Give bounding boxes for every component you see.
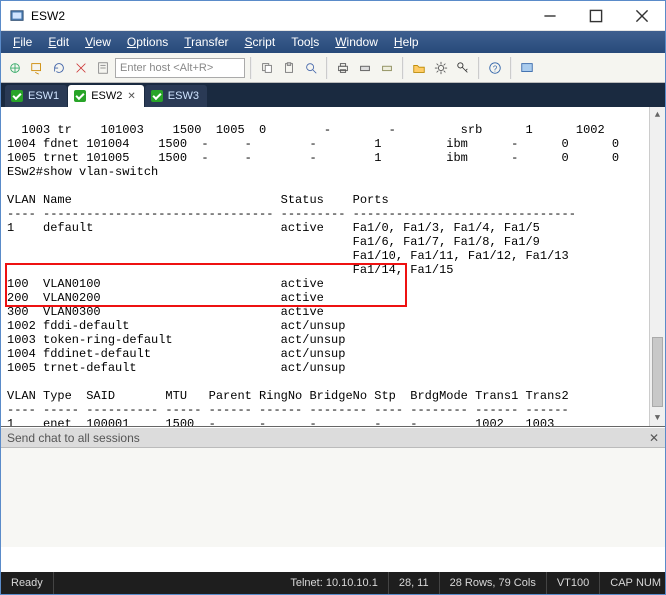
maximize-button[interactable] (573, 1, 619, 31)
disconnect-icon[interactable] (71, 58, 91, 78)
chat-header: Send chat to all sessions ✕ (1, 427, 665, 447)
close-button[interactable] (619, 1, 665, 31)
tab-label: ESW3 (168, 90, 199, 102)
status-emulation: VT100 (547, 572, 600, 594)
quick-connect-icon[interactable] (27, 58, 47, 78)
session-tab-bar: ESW1 ESW2 ✕ ESW3 (1, 83, 665, 107)
menu-file[interactable]: FFileile (5, 33, 40, 51)
tab-close-icon[interactable]: ✕ (127, 91, 135, 102)
tab-label: ESW2 (91, 90, 122, 102)
connected-icon (11, 90, 23, 102)
status-ready: Ready (1, 572, 54, 594)
scroll-up-icon[interactable]: ▲ (650, 107, 665, 123)
print-icon[interactable] (333, 58, 353, 78)
scroll-down-icon[interactable]: ▼ (650, 410, 665, 426)
chat-input-area[interactable] (1, 447, 665, 547)
window-title: ESW2 (31, 9, 527, 23)
menu-script[interactable]: Script (237, 33, 284, 51)
title-bar: ESW2 (1, 1, 665, 31)
terminal-scrollbar[interactable]: ▲ ▼ (649, 107, 665, 426)
status-size: 28 Rows, 79 Cols (440, 572, 547, 594)
connected-icon (74, 90, 86, 102)
reconnect-icon[interactable] (49, 58, 69, 78)
tab-esw2[interactable]: ESW2 ✕ (68, 85, 144, 107)
toolbar-separator (326, 57, 328, 79)
properties-icon[interactable] (93, 58, 113, 78)
status-num: NUM (636, 577, 661, 589)
toolbar-separator (402, 57, 404, 79)
status-bar: Ready Telnet: 10.10.10.1 28, 11 28 Rows,… (1, 572, 665, 594)
status-indicators: CAP NUM (600, 572, 665, 594)
toolbar-separator (510, 57, 512, 79)
toolbar: Enter host <Alt+R> ? (1, 53, 665, 83)
status-cursor: 28, 11 (389, 572, 440, 594)
app-icon (9, 8, 25, 24)
terminal-output[interactable]: 1003 tr 101003 1500 1005 0 - - srb 1 100… (1, 107, 665, 427)
menu-window[interactable]: Window (327, 33, 386, 51)
connected-icon (151, 90, 163, 102)
screen-icon[interactable] (517, 58, 537, 78)
help-icon[interactable]: ? (485, 58, 505, 78)
folder-icon[interactable] (409, 58, 429, 78)
menu-view[interactable]: View (77, 33, 119, 51)
chat-close-icon[interactable]: ✕ (649, 431, 659, 445)
connect-icon[interactable] (5, 58, 25, 78)
tab-esw1[interactable]: ESW1 (5, 85, 67, 107)
tab-esw3[interactable]: ESW3 (145, 85, 207, 107)
scroll-thumb[interactable] (652, 337, 663, 407)
status-cap: CAP (610, 577, 633, 589)
paste-icon[interactable] (279, 58, 299, 78)
printer2-icon[interactable] (355, 58, 375, 78)
menu-tools[interactable]: Tools (283, 33, 327, 51)
terminal-text: 1003 tr 101003 1500 1005 0 - - srb 1 100… (7, 123, 619, 427)
menu-edit[interactable]: Edit (40, 33, 77, 51)
menu-options[interactable]: Options (119, 33, 176, 51)
chat-header-label: Send chat to all sessions (7, 431, 140, 445)
menu-help[interactable]: Help (386, 33, 427, 51)
menu-bar: FFileile Edit View Options Transfer Scri… (1, 31, 665, 53)
toolbar-separator (250, 57, 252, 79)
menu-transfer[interactable]: Transfer (176, 33, 236, 51)
settings-icon[interactable] (431, 58, 451, 78)
minimize-button[interactable] (527, 1, 573, 31)
tab-label: ESW1 (28, 90, 59, 102)
key-icon[interactable] (453, 58, 473, 78)
svg-text:?: ? (493, 64, 498, 73)
toolbar-separator (478, 57, 480, 79)
find-icon[interactable] (301, 58, 321, 78)
copy-icon[interactable] (257, 58, 277, 78)
status-connection: Telnet: 10.10.10.1 (280, 572, 388, 594)
host-input[interactable]: Enter host <Alt+R> (115, 58, 245, 78)
printer3-icon[interactable] (377, 58, 397, 78)
